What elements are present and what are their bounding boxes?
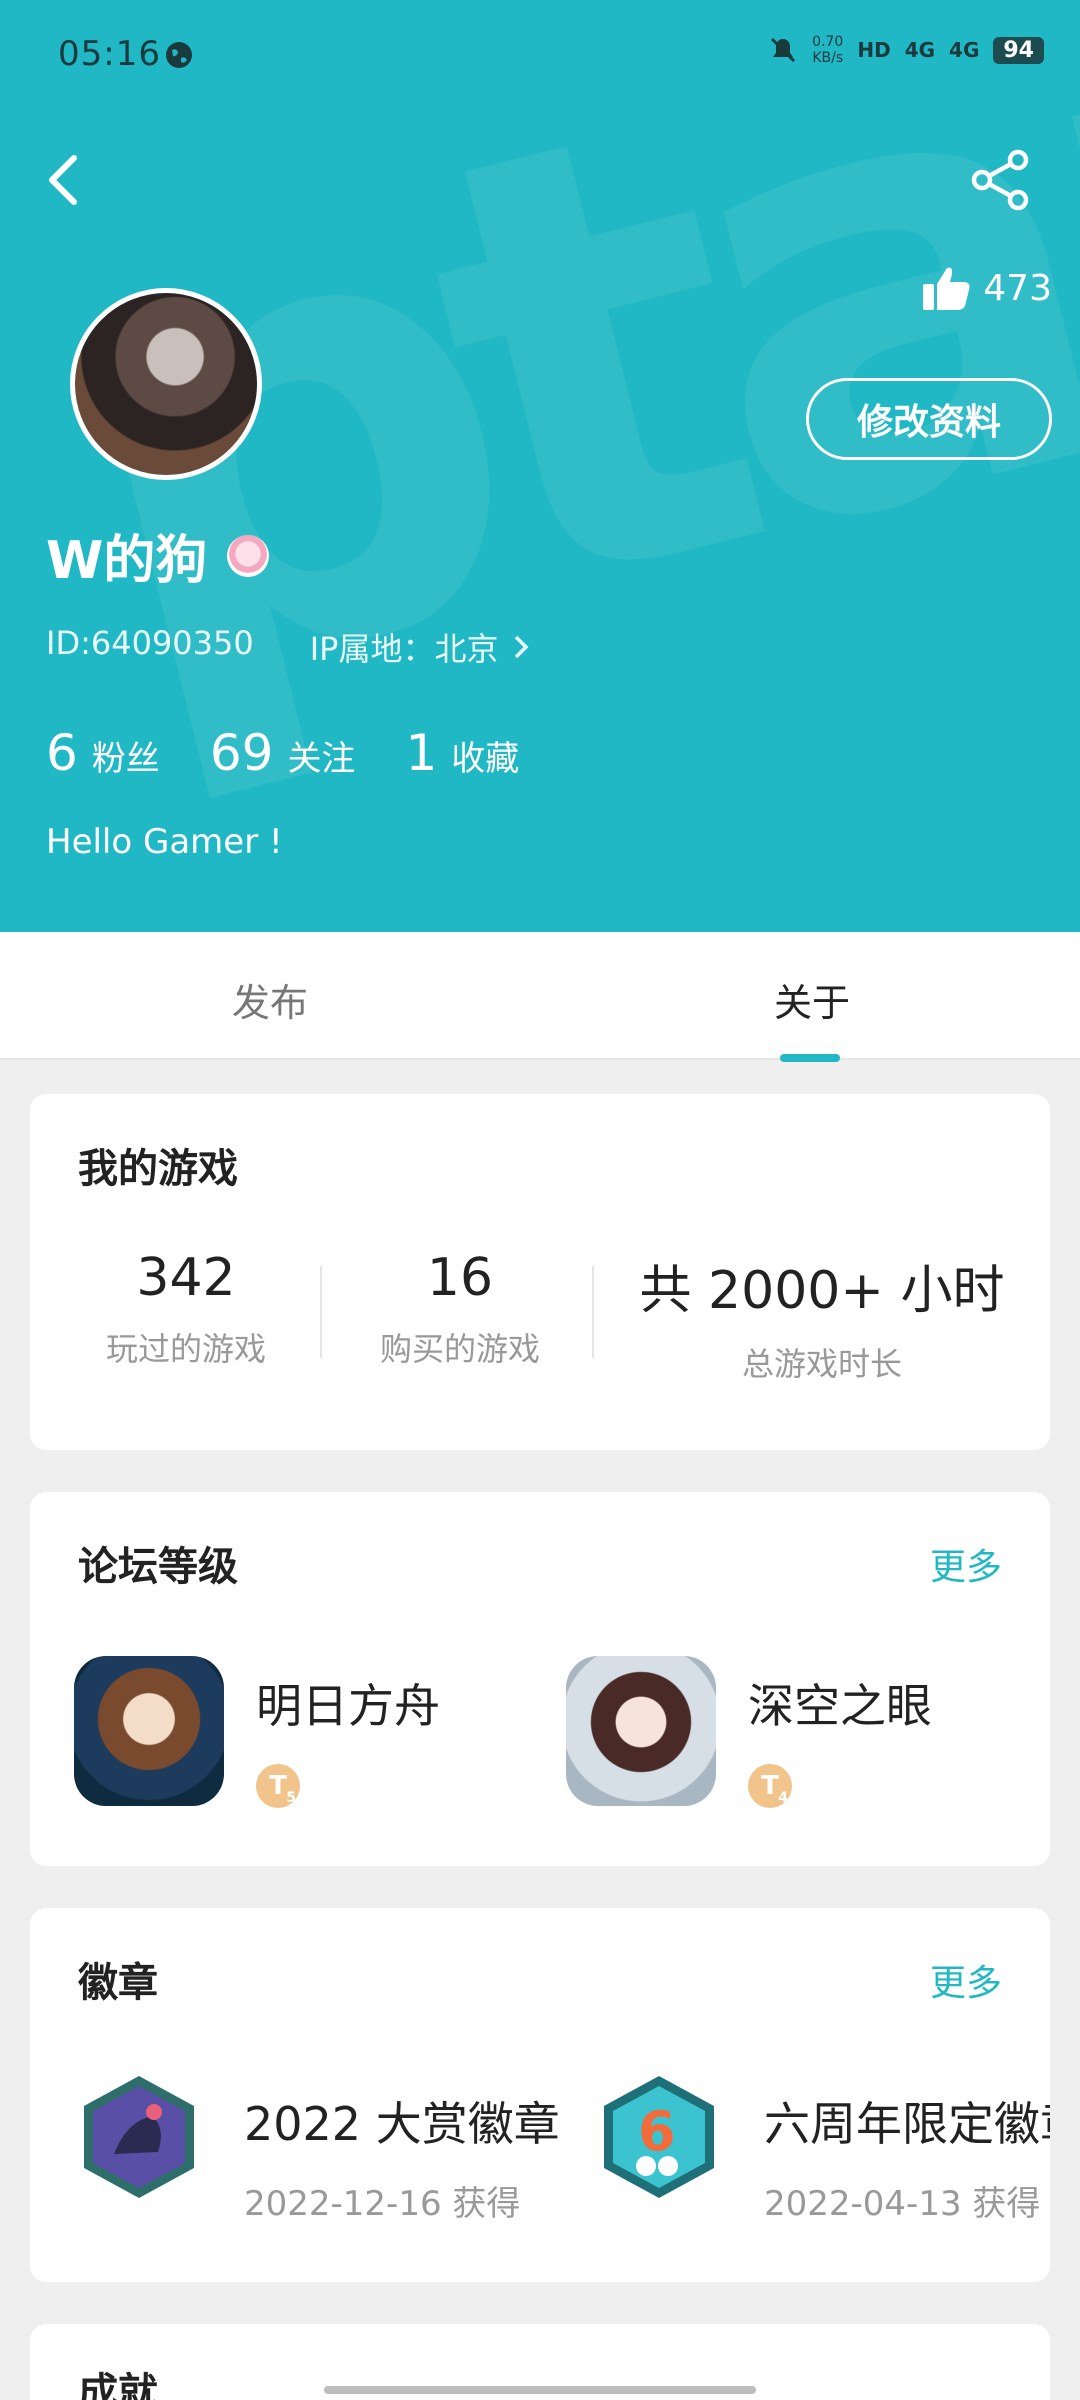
forum-item-aether-gazer[interactable]: 深空之眼 T4 <box>566 1656 932 1808</box>
divider <box>320 1266 322 1358</box>
games-played-stat[interactable]: 342 玩过的游戏 <box>74 1248 298 1370</box>
signal-4g-2: 4G <box>949 38 980 62</box>
badges-card: 徽章 更多 2022 大赏徽章 2022-12-16 获得 6 六周年限定徽章 … <box>30 1908 1050 2282</box>
svg-text:6: 6 <box>638 2100 676 2163</box>
ip-location-text: IP属地：北京 <box>309 630 499 668</box>
tab-posts[interactable]: 发布 <box>232 972 308 1027</box>
username: W的狗 <box>46 518 270 593</box>
my-games-card: 我的游戏 342 玩过的游戏 16 购买的游戏 共 2000+ 小时 总游戏时长 <box>30 1094 1050 1450</box>
badges-more-link[interactable]: 更多 <box>930 1954 1002 2006</box>
like-count[interactable]: 473 <box>921 262 1052 314</box>
battery-indicator: 94 <box>993 36 1044 64</box>
like-count-value: 473 <box>983 267 1052 309</box>
level-badge-icon: T5 <box>256 1764 300 1808</box>
share-icon[interactable] <box>968 148 1032 212</box>
games-purchased-stat[interactable]: 16 购买的游戏 <box>342 1248 578 1370</box>
hd-indicator: HD <box>857 38 891 62</box>
id-line: ID:64090350 IP属地：北京 <box>46 624 530 670</box>
active-tab-indicator <box>780 1054 840 1062</box>
mute-bell-icon <box>771 37 796 63</box>
thumbs-up-icon <box>923 267 970 310</box>
level-badge-icon: T4 <box>748 1764 792 1808</box>
ip-location[interactable]: IP属地：北京 <box>310 624 531 670</box>
bio: Hello Gamer ! <box>46 822 283 862</box>
profile-stats: 6 粉丝 69 关注 1 收藏 <box>46 724 519 782</box>
my-games-title: 我的游戏 <box>78 1146 238 1192</box>
forum-level-title: 论坛等级 <box>78 1544 238 1590</box>
forum-item-arknights[interactable]: 明日方舟 T5 <box>74 1656 440 1808</box>
globe-icon <box>166 42 192 68</box>
forum-level-card: 论坛等级 更多 明日方舟 T5 深空之眼 T4 <box>30 1492 1050 1866</box>
status-time: 05:16 <box>58 34 161 74</box>
badge-date: 2022-12-16 获得 <box>244 2184 521 2224</box>
divider <box>592 1266 594 1358</box>
badge-item-6th-anniversary[interactable]: 6 六周年限定徽章 2022-04-13 获得 <box>594 2072 1050 2225</box>
home-indicator[interactable] <box>324 2386 756 2394</box>
forum-game-name: 明日方舟 <box>256 1679 440 1733</box>
avatar[interactable] <box>70 288 262 480</box>
achievements-title: 成就 <box>78 2370 158 2400</box>
badge-item-2022-award[interactable]: 2022 大赏徽章 2022-12-16 获得 <box>74 2072 560 2225</box>
net-speed: 0.70 KB/s <box>812 34 844 66</box>
signal-4g-1: 4G <box>904 38 936 62</box>
forum-game-name: 深空之眼 <box>748 1679 932 1733</box>
arknights-game-icon <box>74 1656 224 1806</box>
chevron-right-icon <box>515 635 529 659</box>
total-playtime-stat[interactable]: 共 2000+ 小时 总游戏时长 <box>614 1248 1030 1385</box>
aether-gazer-game-icon <box>566 1656 716 1806</box>
stat-following[interactable]: 69 关注 <box>210 724 356 782</box>
forum-level-more-link[interactable]: 更多 <box>930 1538 1002 1590</box>
status-icons: 0.70 KB/s HD 4G 4G 94 <box>768 34 1044 66</box>
profile-tabs: 发布 关于 <box>0 932 1080 1060</box>
stat-favorites[interactable]: 1 收藏 <box>405 724 519 782</box>
badge-name: 2022 大赏徽章 <box>244 2097 560 2151</box>
stat-fans[interactable]: 6 粉丝 <box>46 724 160 782</box>
badges-title: 徽章 <box>78 1960 158 2006</box>
edit-profile-button[interactable]: 修改资料 <box>806 378 1052 460</box>
status-bar: 05:16 0.70 KB/s HD 4G 4G 94 <box>0 0 1080 110</box>
award-badge-icon <box>84 2076 194 2198</box>
profile-header: ptap 05:16 0.70 KB/s HD 4G 4G 94 473 修改资… <box>0 0 1080 932</box>
anniversary-badge-icon: 6 <box>604 2076 714 2198</box>
user-id: ID:64090350 <box>46 624 254 662</box>
back-arrow-icon[interactable] <box>40 150 90 210</box>
badge-date: 2022-04-13 获得 <box>764 2184 1041 2224</box>
tab-about[interactable]: 关于 <box>774 972 850 1027</box>
badge-name: 六周年限定徽章 <box>764 2097 1050 2151</box>
user-badge-icon <box>227 534 270 577</box>
username-text: W的狗 <box>46 531 208 591</box>
